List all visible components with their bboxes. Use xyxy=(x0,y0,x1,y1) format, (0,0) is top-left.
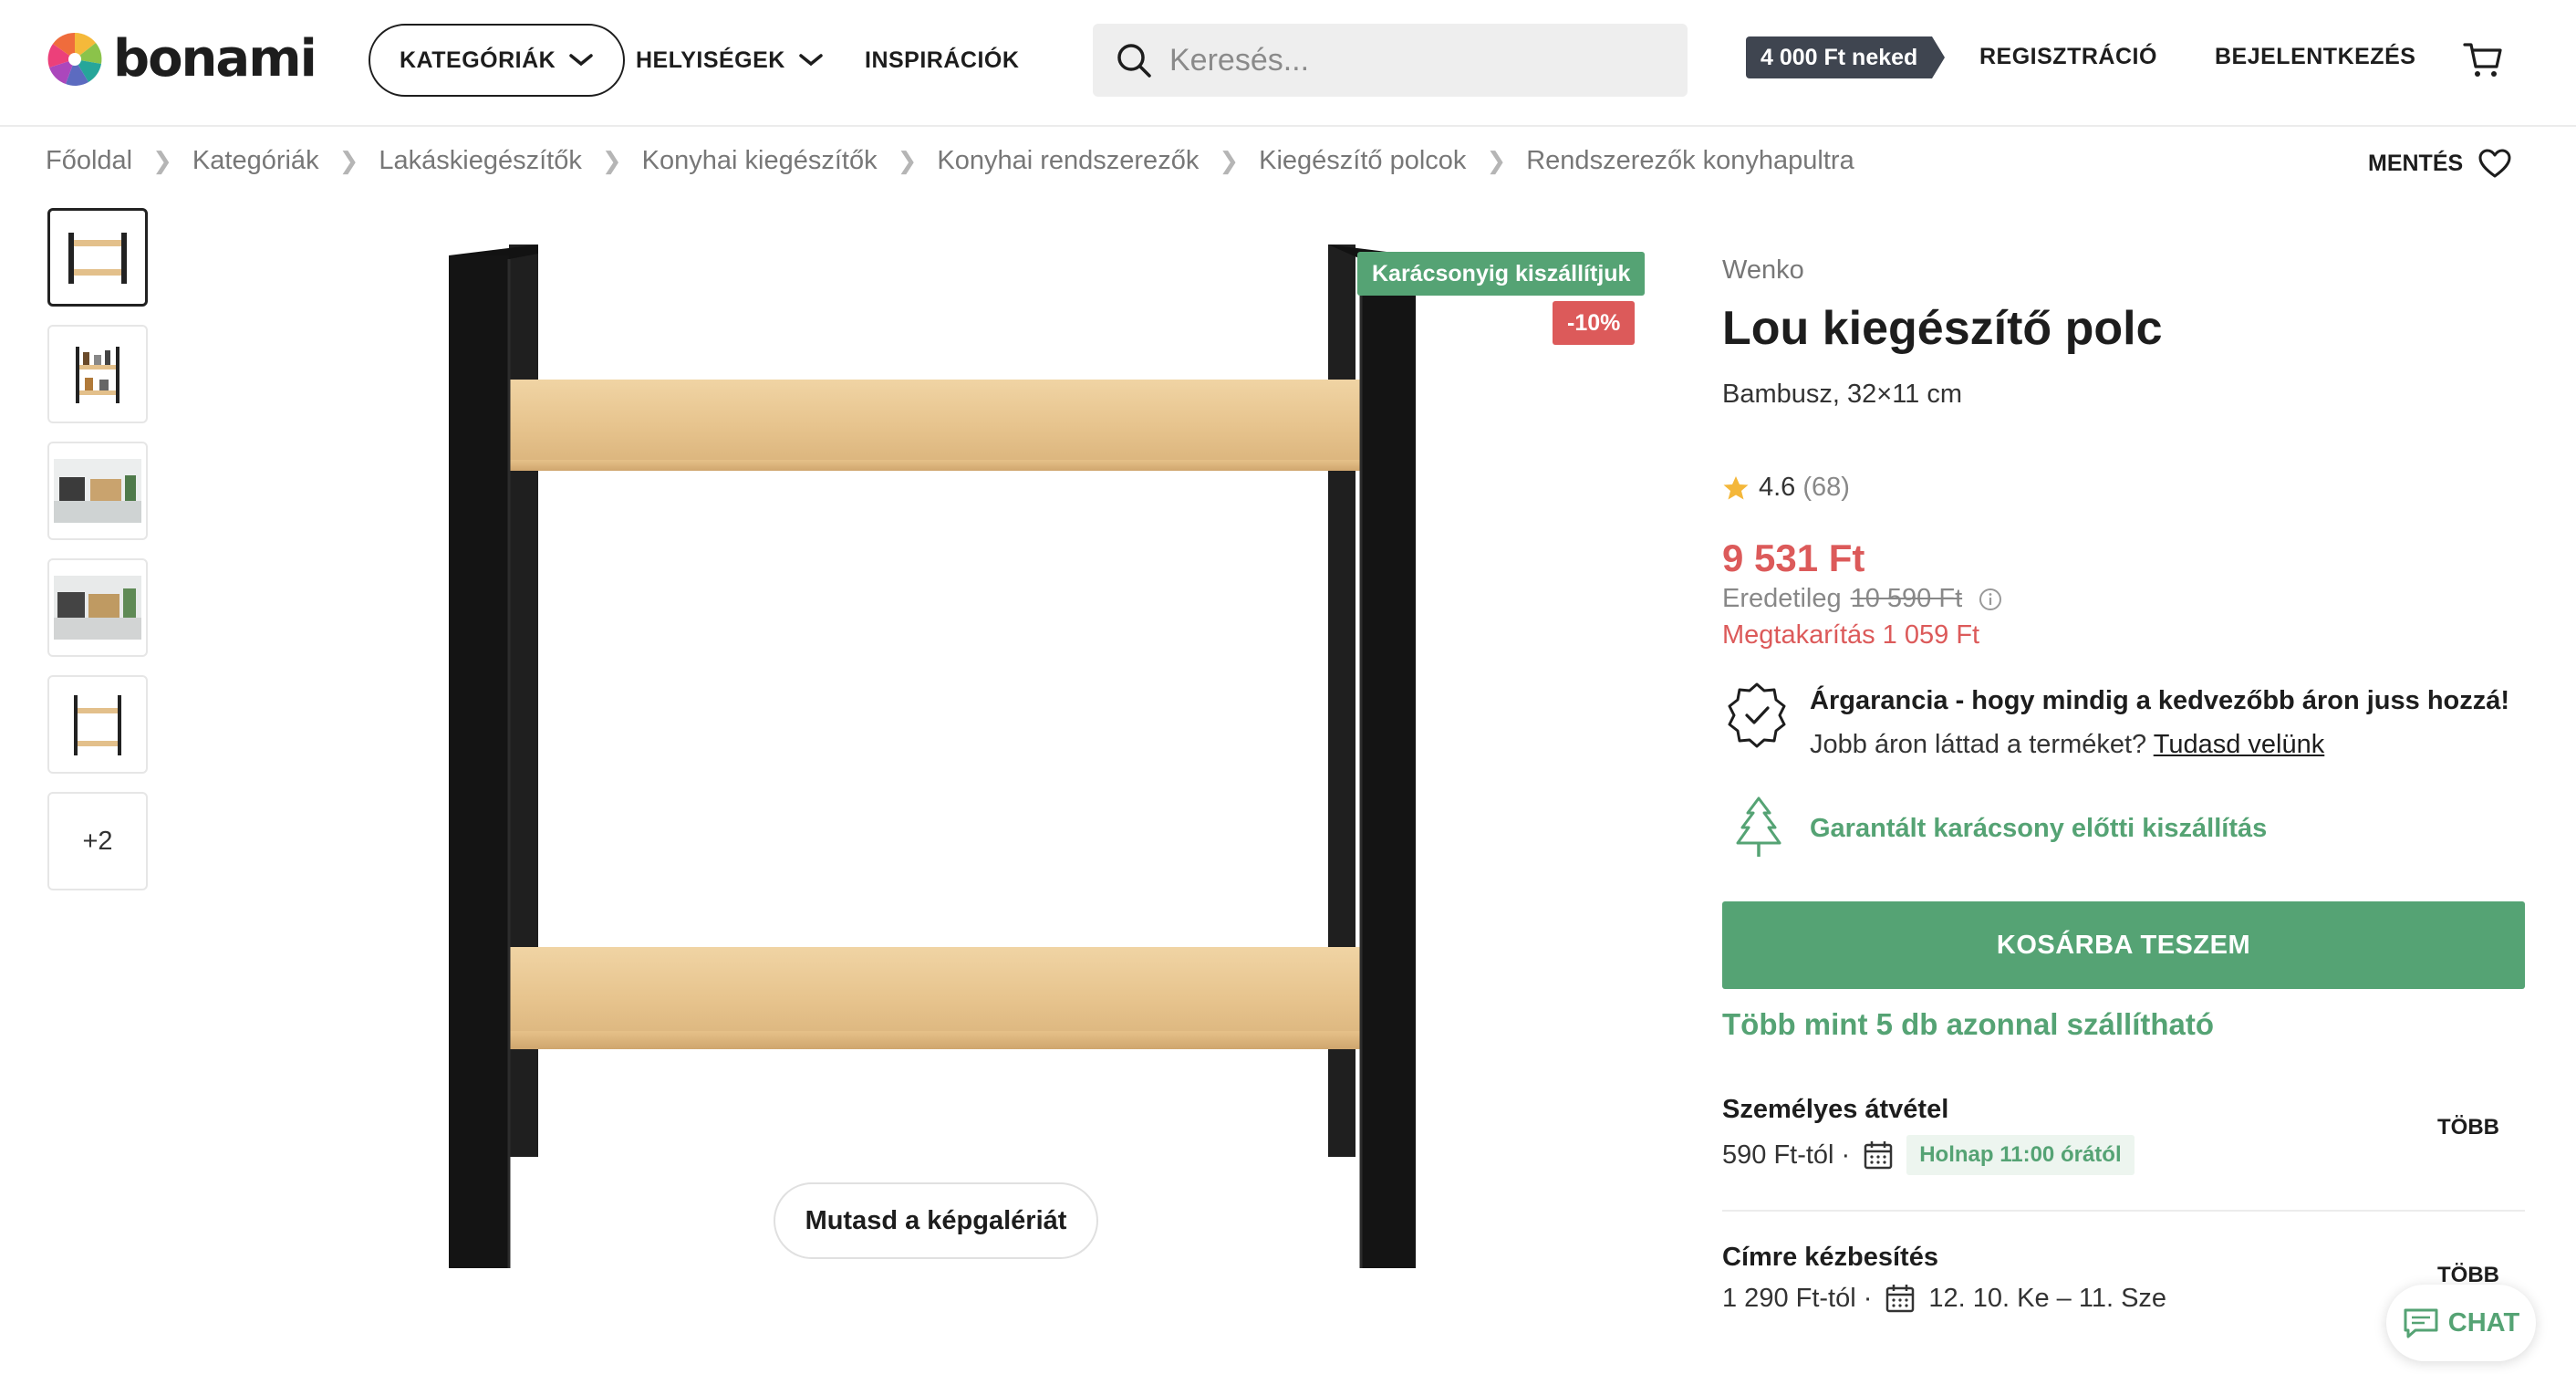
kitchen-scene-image xyxy=(54,459,141,523)
shipping-price: 590 Ft-tól · xyxy=(1722,1140,1851,1170)
add-to-cart-button[interactable]: KOSÁRBA TESZEM xyxy=(1722,901,2525,989)
save-button[interactable]: MENTÉS xyxy=(2368,148,2512,179)
search-bar[interactable] xyxy=(1093,24,1688,97)
calendar-icon xyxy=(1864,1141,1893,1170)
breadcrumb: Főoldal ❯ Kategóriák ❯ Lakáskiegészítők … xyxy=(46,146,1854,176)
original-price-label: Eredetileg xyxy=(1722,584,1842,613)
thumbnail[interactable] xyxy=(47,208,148,307)
product-rating[interactable]: 4.6 (68) xyxy=(1722,473,1850,503)
nav-categories-label: KATEGÓRIÁK xyxy=(400,47,556,73)
chevron-right-icon: ❯ xyxy=(601,147,622,174)
nav-categories[interactable]: KATEGÓRIÁK xyxy=(369,24,626,97)
chevron-right-icon: ❯ xyxy=(152,147,172,174)
delivery-date-range: 12. 10. Ke – 11. Sze xyxy=(1928,1283,2167,1313)
star-icon xyxy=(1723,475,1749,499)
shelf-thumbnail-image xyxy=(74,695,121,755)
shelf-thumbnail-image xyxy=(68,233,127,284)
breadcrumb-item[interactable]: Kategóriák xyxy=(192,146,319,176)
kitchen-scene-image xyxy=(54,576,141,640)
shipping-option-title: Címre kézbesítés xyxy=(1722,1243,1938,1272)
product-brand[interactable]: Wenko xyxy=(1722,255,1804,286)
rating-value: 4.6 xyxy=(1759,473,1796,502)
site-header: bonami KATEGÓRIÁK HELYISÉGEK INSPIRÁCIÓK… xyxy=(0,0,2576,127)
thumbnail[interactable] xyxy=(47,325,148,423)
christmas-tree-icon xyxy=(1736,796,1781,857)
logo-wordmark: bonami xyxy=(113,29,317,88)
christmas-delivery-badge: Karácsonyig kiszállítjuk xyxy=(1357,252,1646,296)
breadcrumb-item[interactable]: Lakáskiegészítők xyxy=(379,146,581,176)
discount-badge: -10% xyxy=(1553,301,1636,345)
bonami-logo[interactable]: bonami xyxy=(46,29,317,89)
chat-label: CHAT xyxy=(2447,1307,2520,1338)
product-subtitle: Bambusz, 32×11 cm xyxy=(1722,380,1963,409)
thumbnail[interactable] xyxy=(47,675,148,774)
price-guarantee-question: Jobb áron láttad a terméket? xyxy=(1810,730,2147,759)
original-price: 10 590 Ft xyxy=(1850,584,1963,613)
divider xyxy=(1722,1210,2525,1212)
pickup-date-chip: Holnap 11:00 órától xyxy=(1906,1135,2135,1175)
nav-rooms[interactable]: HELYISÉGEK xyxy=(636,24,824,97)
thumbnail[interactable] xyxy=(47,442,148,540)
price-guarantee-title: Árgarancia - hogy mindig a kedvezőbb áro… xyxy=(1810,686,2510,715)
pickup-more-link[interactable]: TÖBB xyxy=(2437,1115,2499,1140)
price-guarantee-icon xyxy=(1728,682,1786,748)
chevron-right-icon: ❯ xyxy=(338,147,359,174)
register-link[interactable]: REGISZTRÁCIÓ xyxy=(1979,44,2157,70)
show-gallery-button[interactable]: Mutasd a képgalériát xyxy=(774,1182,1098,1259)
info-icon[interactable] xyxy=(1979,588,2002,611)
save-label: MENTÉS xyxy=(2368,150,2464,176)
rating-count: (68) xyxy=(1802,473,1850,502)
shelf-with-items-image xyxy=(76,347,119,403)
stock-status: Több mint 5 db azonnal szállítható xyxy=(1722,1007,2215,1041)
chevron-right-icon: ❯ xyxy=(1219,147,1240,174)
login-link[interactable]: BEJELENTKEZÉS xyxy=(2215,44,2415,70)
price-guarantee-text: Jobb áron láttad a terméket? Tudasd velü… xyxy=(1810,730,2324,760)
chat-bubble-icon xyxy=(2404,1308,2438,1338)
chevron-down-icon xyxy=(799,54,823,67)
shipping-option-details: 1 290 Ft-tól · 12. 10. Ke – 11. Sze xyxy=(1722,1283,2166,1314)
logo-flower-icon xyxy=(47,32,102,86)
nav-inspirations[interactable]: INSPIRÁCIÓK xyxy=(865,24,1019,97)
product-price: 9 531 Ft xyxy=(1722,536,1865,579)
calendar-icon xyxy=(1886,1285,1915,1313)
more-images-thumbnail[interactable]: +2 xyxy=(47,792,148,890)
cart-icon[interactable] xyxy=(2463,40,2503,80)
breadcrumb-item[interactable]: Rendszerezők konyhapultra xyxy=(1526,146,1854,176)
more-images-count: +2 xyxy=(82,826,113,856)
report-price-link[interactable]: Tudasd velünk xyxy=(2154,730,2325,759)
chevron-right-icon: ❯ xyxy=(897,147,918,174)
chat-button[interactable]: CHAT xyxy=(2386,1285,2536,1361)
breadcrumb-item[interactable]: Konyhai rendszerezők xyxy=(937,146,1199,176)
christmas-delivery-promise: Garantált karácsony előtti kiszállítás xyxy=(1810,814,2268,843)
breadcrumb-item[interactable]: Konyhai kiegészítők xyxy=(642,146,878,176)
nav-inspirations-label: INSPIRÁCIÓK xyxy=(865,47,1020,73)
chevron-right-icon: ❯ xyxy=(1486,147,1507,174)
breadcrumb-item[interactable]: Főoldal xyxy=(46,146,132,176)
nav-rooms-label: HELYISÉGEK xyxy=(636,47,785,73)
thumbnail[interactable] xyxy=(47,558,148,657)
original-price-line: Eredetileg 10 590 Ft xyxy=(1722,584,2002,614)
search-icon xyxy=(1117,44,1151,78)
chevron-down-icon xyxy=(569,54,593,67)
product-title: Lou kiegészítő polc xyxy=(1722,302,2163,355)
shipping-option-details: 590 Ft-tól · Holnap 11:00 órától xyxy=(1722,1135,2135,1175)
promo-badge[interactable]: 4 000 Ft neked xyxy=(1746,36,1946,78)
breadcrumb-item[interactable]: Kiegészítő polcok xyxy=(1259,146,1466,176)
search-input[interactable] xyxy=(1169,42,1680,78)
shipping-price: 1 290 Ft-tól · xyxy=(1722,1283,1873,1313)
heart-icon xyxy=(2478,149,2511,178)
product-main-image[interactable] xyxy=(401,228,1496,1277)
shipping-option-title: Személyes átvétel xyxy=(1722,1095,1949,1124)
savings-amount: Megtakarítás 1 059 Ft xyxy=(1722,620,1980,650)
